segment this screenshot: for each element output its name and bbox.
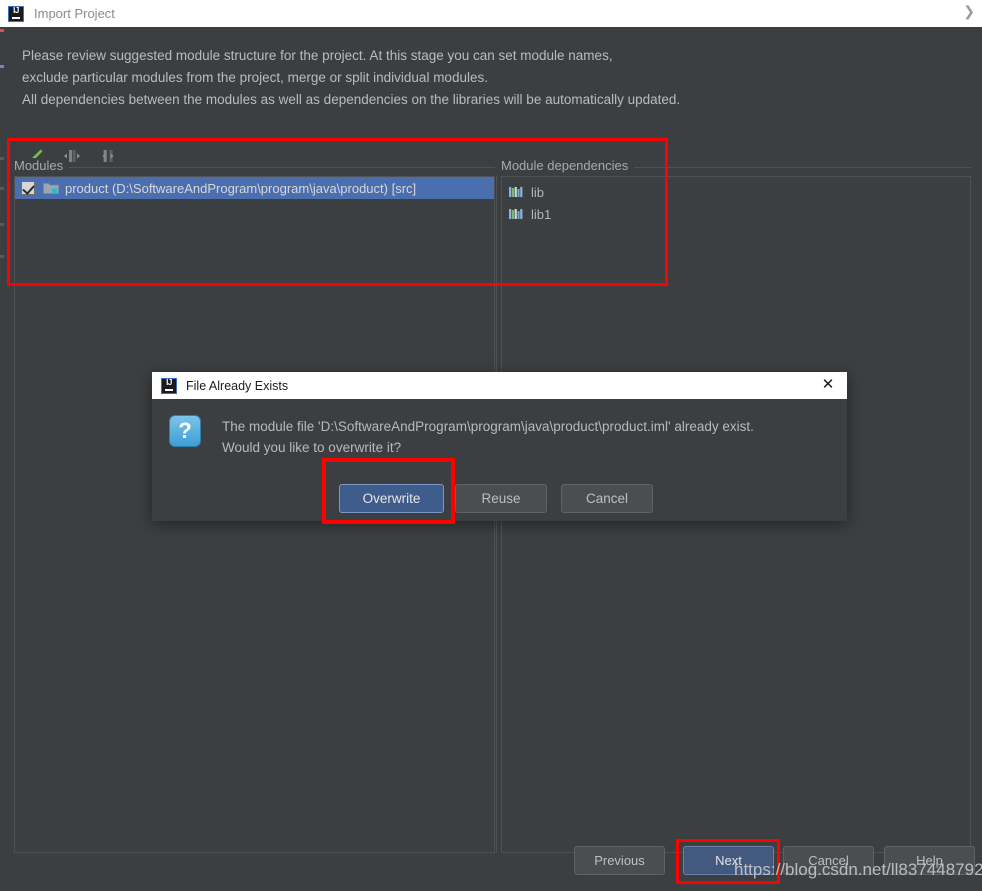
dependencies-panel-label: Module dependencies [501, 158, 635, 173]
module-label: product (D:\SoftwareAndProgram\program\j… [65, 180, 417, 196]
chevron-right-icon[interactable]: ❯ [963, 4, 975, 18]
dialog-message: The module file 'D:\SoftwareAndProgram\p… [222, 416, 832, 458]
previous-button-label: Previous [594, 853, 645, 868]
module-list-item[interactable]: product (D:\SoftwareAndProgram\program\j… [15, 177, 494, 199]
intellij-idea-icon [161, 377, 177, 394]
window-title: Import Project [34, 6, 115, 21]
scroll-tick [0, 255, 4, 258]
dialog-titlebar: File Already Exists ✕ [152, 372, 847, 399]
dialog-cancel-button[interactable]: Cancel [561, 484, 653, 513]
dependency-label: lib1 [531, 206, 552, 222]
description-line: exclude particular modules from the proj… [22, 70, 488, 85]
close-icon[interactable]: ✕ [819, 376, 837, 394]
dependency-label: lib [531, 184, 545, 200]
module-checkbox[interactable] [21, 181, 35, 195]
panel-divider-line [14, 167, 495, 168]
dialog-cancel-button-label: Cancel [585, 491, 629, 506]
dialog-message-line: Would you like to overwrite it? [222, 440, 402, 455]
description-line: All dependencies between the modules as … [22, 92, 681, 107]
modules-panel-label: Modules [14, 158, 70, 173]
screen-root: Import Project ❯ Please review suggested… [0, 0, 982, 891]
scroll-tick [0, 187, 4, 190]
dialog-title: File Already Exists [186, 378, 289, 393]
left-scroll-strip[interactable] [0, 27, 6, 891]
question-mark-icon [169, 415, 201, 447]
reuse-button[interactable]: Reuse [455, 484, 547, 513]
scroll-tick [0, 29, 4, 32]
dependency-list-item[interactable]: lib1 [508, 203, 551, 225]
reuse-button-label: Reuse [481, 491, 521, 506]
watermark-text: https://blog.csdn.net/ll837448792 [734, 860, 982, 879]
window-titlebar: Import Project ❯ [0, 0, 982, 27]
file-already-exists-dialog: File Already Exists ✕ The module file 'D… [152, 372, 847, 521]
description-line: Please review suggested module structure… [22, 48, 613, 63]
dialog-message-line: The module file 'D:\SoftwareAndProgram\p… [222, 419, 754, 434]
library-icon [508, 185, 524, 199]
intellij-idea-icon [8, 5, 24, 22]
scroll-tick [0, 65, 4, 68]
library-icon [508, 207, 524, 221]
scroll-tick [0, 157, 4, 160]
dependency-list-item[interactable]: lib [508, 181, 544, 203]
overwrite-button[interactable]: Overwrite [339, 484, 444, 513]
dialog-button-row: Overwrite Reuse Cancel [152, 481, 847, 521]
overwrite-button-label: Overwrite [362, 491, 421, 506]
wizard-description: Please review suggested module structure… [22, 45, 952, 111]
module-folder-icon [43, 181, 59, 195]
dialog-body: The module file 'D:\SoftwareAndProgram\p… [152, 399, 847, 521]
previous-button[interactable]: Previous [574, 846, 665, 875]
scroll-tick [0, 223, 4, 226]
